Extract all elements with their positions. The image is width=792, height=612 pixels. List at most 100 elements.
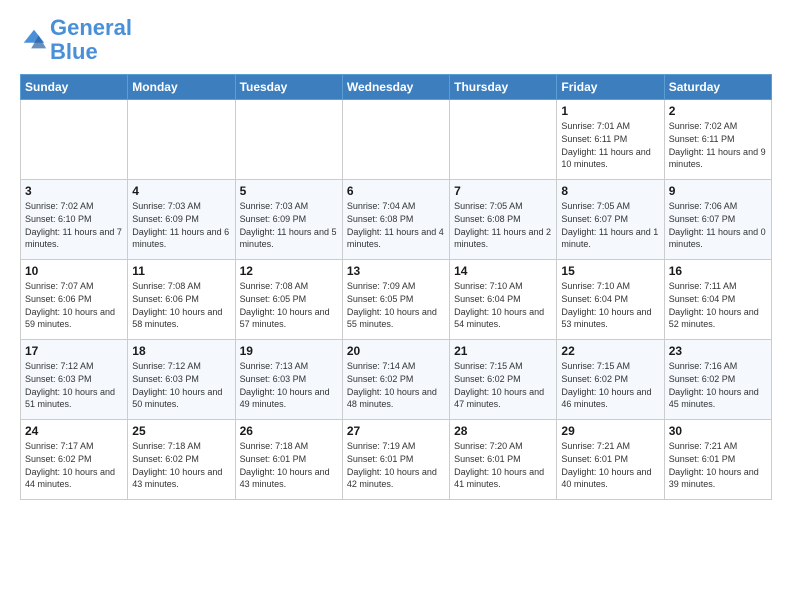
day-cell: 15 Sunrise: 7:10 AM Sunset: 6:04 PM Dayli… xyxy=(557,260,664,340)
day-cell xyxy=(235,100,342,180)
day-cell: 29 Sunrise: 7:21 AM Sunset: 6:01 PM Dayli… xyxy=(557,420,664,500)
day-cell: 16Sunrise: 7:11 AM Sunset: 6:04 PM Dayli… xyxy=(664,260,771,340)
day-cell: 21Sunrise: 7:15 AM Sunset: 6:02 PM Dayli… xyxy=(450,340,557,420)
day-info: Sunrise: 7:13 AM Sunset: 6:03 PM Dayligh… xyxy=(240,360,338,410)
day-cell xyxy=(450,100,557,180)
day-number: 2 xyxy=(669,104,767,118)
day-info: Sunrise: 7:18 AM Sunset: 6:02 PM Dayligh… xyxy=(132,440,230,490)
header-cell-saturday: Saturday xyxy=(664,75,771,100)
header: General Blue xyxy=(20,16,772,64)
day-cell xyxy=(342,100,449,180)
day-info: Sunrise: 7:05 AM Sunset: 6:07 PM Dayligh… xyxy=(561,200,659,250)
day-number: 22 xyxy=(561,344,659,358)
day-info: Sunrise: 7:21 AM Sunset: 6:01 PM Dayligh… xyxy=(561,440,659,490)
day-number: 26 xyxy=(240,424,338,438)
day-cell: 18 Sunrise: 7:12 AM Sunset: 6:03 PM Dayli… xyxy=(128,340,235,420)
day-number: 9 xyxy=(669,184,767,198)
logo-text: General Blue xyxy=(50,16,132,64)
day-number: 10 xyxy=(25,264,123,278)
day-cell: 30 Sunrise: 7:21 AM Sunset: 6:01 PM Dayli… xyxy=(664,420,771,500)
day-cell xyxy=(21,100,128,180)
day-info: Sunrise: 7:15 AM Sunset: 6:02 PM Dayligh… xyxy=(454,360,552,410)
day-number: 30 xyxy=(669,424,767,438)
day-cell: 23 Sunrise: 7:16 AM Sunset: 6:02 PM Dayli… xyxy=(664,340,771,420)
day-number: 4 xyxy=(132,184,230,198)
day-info: Sunrise: 7:14 AM Sunset: 6:02 PM Dayligh… xyxy=(347,360,445,410)
week-row-5: 24Sunrise: 7:17 AM Sunset: 6:02 PM Dayli… xyxy=(21,420,772,500)
day-info: Sunrise: 7:12 AM Sunset: 6:03 PM Dayligh… xyxy=(132,360,230,410)
day-info: Sunrise: 7:08 AM Sunset: 6:06 PM Dayligh… xyxy=(132,280,230,330)
day-cell: 2 Sunrise: 7:02 AM Sunset: 6:11 PM Daylig… xyxy=(664,100,771,180)
day-number: 17 xyxy=(25,344,123,358)
day-info: Sunrise: 7:07 AM Sunset: 6:06 PM Dayligh… xyxy=(25,280,123,330)
day-info: Sunrise: 7:06 AM Sunset: 6:07 PM Dayligh… xyxy=(669,200,767,250)
day-cell: 8 Sunrise: 7:05 AM Sunset: 6:07 PM Daylig… xyxy=(557,180,664,260)
day-number: 1 xyxy=(561,104,659,118)
day-info: Sunrise: 7:18 AM Sunset: 6:01 PM Dayligh… xyxy=(240,440,338,490)
day-cell: 27Sunrise: 7:19 AM Sunset: 6:01 PM Dayli… xyxy=(342,420,449,500)
header-cell-tuesday: Tuesday xyxy=(235,75,342,100)
day-cell: 6Sunrise: 7:04 AM Sunset: 6:08 PM Daylig… xyxy=(342,180,449,260)
day-number: 19 xyxy=(240,344,338,358)
day-number: 23 xyxy=(669,344,767,358)
day-cell: 28 Sunrise: 7:20 AM Sunset: 6:01 PM Dayli… xyxy=(450,420,557,500)
day-info: Sunrise: 7:03 AM Sunset: 6:09 PM Dayligh… xyxy=(240,200,338,250)
day-number: 12 xyxy=(240,264,338,278)
day-cell: 10 Sunrise: 7:07 AM Sunset: 6:06 PM Dayli… xyxy=(21,260,128,340)
day-cell xyxy=(128,100,235,180)
day-info: Sunrise: 7:17 AM Sunset: 6:02 PM Dayligh… xyxy=(25,440,123,490)
day-info: Sunrise: 7:02 AM Sunset: 6:11 PM Dayligh… xyxy=(669,120,767,170)
header-cell-friday: Friday xyxy=(557,75,664,100)
calendar-header: SundayMondayTuesdayWednesdayThursdayFrid… xyxy=(21,75,772,100)
week-row-3: 10 Sunrise: 7:07 AM Sunset: 6:06 PM Dayli… xyxy=(21,260,772,340)
day-cell: 26 Sunrise: 7:18 AM Sunset: 6:01 PM Dayli… xyxy=(235,420,342,500)
day-cell: 7Sunrise: 7:05 AM Sunset: 6:08 PM Daylig… xyxy=(450,180,557,260)
week-row-1: 1 Sunrise: 7:01 AM Sunset: 6:11 PM Daylig… xyxy=(21,100,772,180)
day-number: 15 xyxy=(561,264,659,278)
day-cell: 14 Sunrise: 7:10 AM Sunset: 6:04 PM Dayli… xyxy=(450,260,557,340)
day-number: 27 xyxy=(347,424,445,438)
day-number: 28 xyxy=(454,424,552,438)
day-number: 8 xyxy=(561,184,659,198)
day-cell: 3Sunrise: 7:02 AM Sunset: 6:10 PM Daylig… xyxy=(21,180,128,260)
day-cell: 1 Sunrise: 7:01 AM Sunset: 6:11 PM Daylig… xyxy=(557,100,664,180)
day-info: Sunrise: 7:08 AM Sunset: 6:05 PM Dayligh… xyxy=(240,280,338,330)
header-cell-sunday: Sunday xyxy=(21,75,128,100)
day-number: 13 xyxy=(347,264,445,278)
week-row-2: 3Sunrise: 7:02 AM Sunset: 6:10 PM Daylig… xyxy=(21,180,772,260)
day-number: 16 xyxy=(669,264,767,278)
day-number: 20 xyxy=(347,344,445,358)
day-info: Sunrise: 7:12 AM Sunset: 6:03 PM Dayligh… xyxy=(25,360,123,410)
day-info: Sunrise: 7:16 AM Sunset: 6:02 PM Dayligh… xyxy=(669,360,767,410)
day-info: Sunrise: 7:03 AM Sunset: 6:09 PM Dayligh… xyxy=(132,200,230,250)
day-cell: 19 Sunrise: 7:13 AM Sunset: 6:03 PM Dayli… xyxy=(235,340,342,420)
day-number: 25 xyxy=(132,424,230,438)
day-info: Sunrise: 7:15 AM Sunset: 6:02 PM Dayligh… xyxy=(561,360,659,410)
day-info: Sunrise: 7:10 AM Sunset: 6:04 PM Dayligh… xyxy=(561,280,659,330)
day-cell: 20 Sunrise: 7:14 AM Sunset: 6:02 PM Dayli… xyxy=(342,340,449,420)
day-cell: 22 Sunrise: 7:15 AM Sunset: 6:02 PM Dayli… xyxy=(557,340,664,420)
day-cell: 4 Sunrise: 7:03 AM Sunset: 6:09 PM Daylig… xyxy=(128,180,235,260)
day-info: Sunrise: 7:10 AM Sunset: 6:04 PM Dayligh… xyxy=(454,280,552,330)
day-number: 14 xyxy=(454,264,552,278)
page: General Blue SundayMondayTuesdayWednesda… xyxy=(0,0,792,510)
day-number: 7 xyxy=(454,184,552,198)
header-cell-monday: Monday xyxy=(128,75,235,100)
day-info: Sunrise: 7:01 AM Sunset: 6:11 PM Dayligh… xyxy=(561,120,659,170)
day-number: 29 xyxy=(561,424,659,438)
logo: General Blue xyxy=(20,16,132,64)
week-row-4: 17 Sunrise: 7:12 AM Sunset: 6:03 PM Dayli… xyxy=(21,340,772,420)
day-cell: 12 Sunrise: 7:08 AM Sunset: 6:05 PM Dayli… xyxy=(235,260,342,340)
day-cell: 24Sunrise: 7:17 AM Sunset: 6:02 PM Dayli… xyxy=(21,420,128,500)
day-cell: 17 Sunrise: 7:12 AM Sunset: 6:03 PM Dayli… xyxy=(21,340,128,420)
day-number: 18 xyxy=(132,344,230,358)
day-info: Sunrise: 7:20 AM Sunset: 6:01 PM Dayligh… xyxy=(454,440,552,490)
day-cell: 5 Sunrise: 7:03 AM Sunset: 6:09 PM Daylig… xyxy=(235,180,342,260)
header-row: SundayMondayTuesdayWednesdayThursdayFrid… xyxy=(21,75,772,100)
header-cell-wednesday: Wednesday xyxy=(342,75,449,100)
day-number: 5 xyxy=(240,184,338,198)
day-info: Sunrise: 7:21 AM Sunset: 6:01 PM Dayligh… xyxy=(669,440,767,490)
day-info: Sunrise: 7:09 AM Sunset: 6:05 PM Dayligh… xyxy=(347,280,445,330)
logo-icon xyxy=(20,26,48,54)
day-cell: 11Sunrise: 7:08 AM Sunset: 6:06 PM Dayli… xyxy=(128,260,235,340)
